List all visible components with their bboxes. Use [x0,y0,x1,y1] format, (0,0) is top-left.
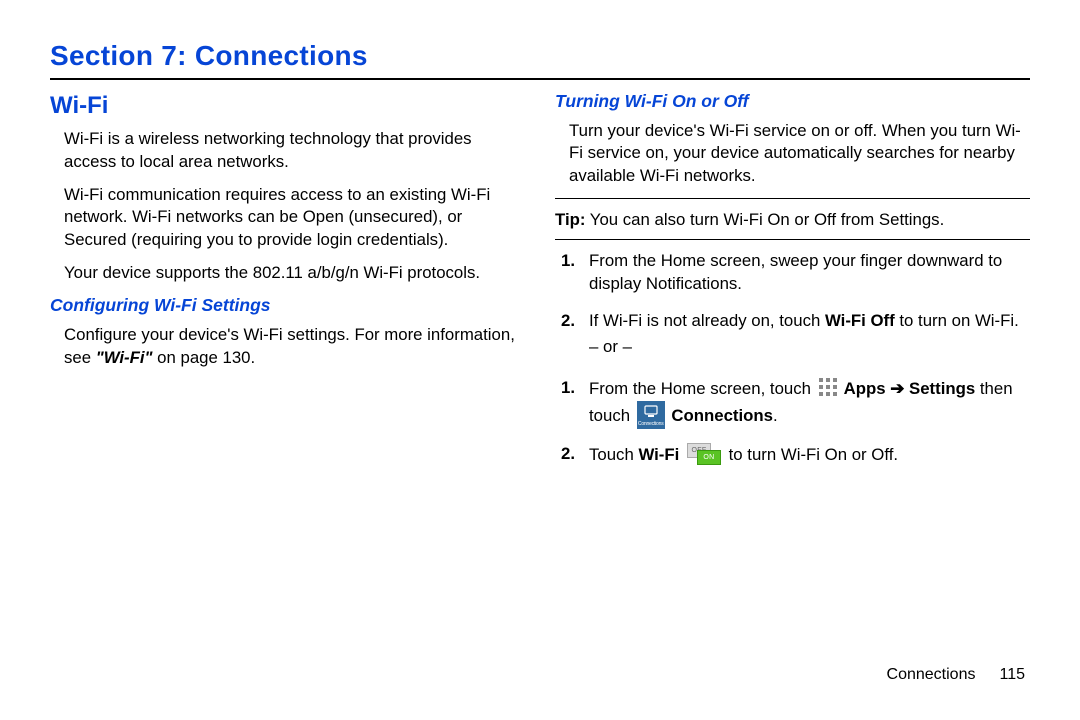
tip-rule-bottom [555,239,1030,240]
body-paragraph: Configure your device's Wi-Fi settings. … [50,324,525,369]
or-separator: – or – [589,336,1030,359]
title-rule [50,78,1030,80]
step-body: From the Home screen, touch Apps ➔ Setti… [589,377,1030,429]
step-number: 2. [555,443,589,467]
ui-label: Settings [909,379,975,398]
heading-wifi: Wi-Fi [50,90,525,122]
text-run: . [773,406,778,425]
text-run: on page 130. [153,348,256,367]
arrow-icon: ➔ [890,379,904,398]
page-footer: Connections 115 [887,666,1025,684]
step-number: 1. [555,377,589,429]
body-paragraph: Wi-Fi communication requires access to a… [50,184,525,252]
step-item: 1. From the Home screen, touch Apps ➔ Se… [555,377,1030,429]
footer-section-label: Connections [887,666,976,683]
step-number: 2. [555,310,589,363]
step-item: 2. If Wi-Fi is not already on, touch Wi-… [555,310,1030,363]
subheading-configuring: Configuring Wi-Fi Settings [50,294,525,318]
cross-ref: "Wi-Fi" [96,348,153,367]
ui-label: Wi-Fi [638,445,684,464]
apps-grid-icon [818,377,838,397]
section-title: Section 7: Connections [50,40,1030,72]
body-paragraph: Wi-Fi is a wireless networking technolog… [50,128,525,173]
tip-block: Tip: You can also turn Wi-Fi On or Off f… [555,209,1030,232]
body-paragraph: Your device supports the 802.11 a/b/g/n … [50,262,525,285]
text-run: to turn on Wi-Fi. [895,311,1019,330]
two-column-layout: Wi-Fi Wi-Fi is a wireless networking tec… [50,90,1030,480]
right-column: Turning Wi-Fi On or Off Turn your device… [555,90,1030,480]
steps-list-b: 1. From the Home screen, touch Apps ➔ Se… [555,377,1030,466]
body-paragraph: Turn your device's Wi-Fi service on or o… [555,120,1030,188]
step-body: Touch Wi-Fi OFFON to turn Wi-Fi On or Of… [589,443,1030,467]
text-run: to turn Wi-Fi On or Off. [724,445,898,464]
left-column: Wi-Fi Wi-Fi is a wireless networking tec… [50,90,525,480]
subheading-turning-on-off: Turning Wi-Fi On or Off [555,90,1030,114]
steps-list-a: 1. From the Home screen, sweep your fing… [555,250,1030,363]
connections-tile-icon: Connections [637,401,665,429]
text-run: Touch [589,445,638,464]
connections-tile-label: Connections [637,421,665,428]
wifi-toggle-icon: OFFON [687,443,721,465]
text-run: From the Home screen, touch [589,379,816,398]
tip-body: You can also turn Wi-Fi On or Off from S… [585,210,944,229]
footer-page-number: 115 [999,666,1025,683]
ui-label: Wi-Fi Off [825,311,895,330]
ui-label: Connections [667,406,773,425]
step-body: If Wi-Fi is not already on, touch Wi-Fi … [589,310,1030,363]
step-item: 2. Touch Wi-Fi OFFON to turn Wi-Fi On or… [555,443,1030,467]
step-number: 1. [555,250,589,295]
text-run: If Wi-Fi is not already on, touch [589,311,825,330]
ui-label: Apps [840,379,891,398]
tip-label: Tip: [555,210,585,229]
step-item: 1. From the Home screen, sweep your fing… [555,250,1030,295]
toggle-on-segment: ON [697,450,721,465]
step-body: From the Home screen, sweep your finger … [589,250,1030,295]
page: Section 7: Connections Wi-Fi Wi-Fi is a … [0,0,1080,720]
tip-rule-top [555,198,1030,199]
